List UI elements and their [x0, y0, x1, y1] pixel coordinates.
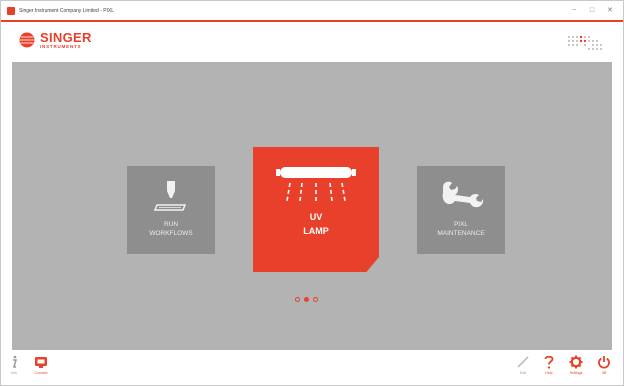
pixl-maintenance-label-2: MAINTENANCE	[437, 229, 485, 237]
help-icon	[544, 355, 554, 369]
info-label: Info	[11, 371, 17, 375]
settings-label: Settings	[569, 371, 583, 375]
page-dot-3[interactable]	[313, 297, 318, 302]
page-dot-1[interactable]	[295, 297, 300, 302]
run-workflows-tile[interactable]: RUN WORKFLOWS	[127, 166, 215, 254]
window-controls: − □ ✕	[565, 1, 619, 20]
page-dot-2[interactable]	[304, 297, 309, 302]
logo-main-text: SINGER	[40, 30, 92, 45]
uv-lamp-icon	[276, 167, 356, 202]
run-workflows-icon	[153, 181, 187, 211]
off-label: Off	[601, 371, 607, 375]
singer-logo: SINGER INSTRUMENTS	[19, 31, 92, 50]
carousel-pagination	[295, 297, 318, 302]
uv-lamp-tile[interactable]: UV LAMP	[253, 147, 379, 272]
logo-sub-text: INSTRUMENTS	[40, 44, 82, 49]
power-off-button[interactable]: Off	[597, 355, 611, 375]
help-button[interactable]: Help	[543, 355, 555, 375]
power-icon	[598, 356, 610, 369]
uv-lamp-label-2: LAMP	[303, 225, 329, 236]
run-workflows-label-2: WORKFLOWS	[149, 229, 193, 237]
gear-icon	[569, 355, 583, 369]
settings-button[interactable]: Settings	[569, 355, 583, 375]
run-workflows-label-1: RUN	[163, 221, 179, 228]
main-menu-area: RUN WORKFLOWS UV LAMP PIXL MAINTENANCE	[12, 62, 612, 350]
connect-label: Connect	[34, 371, 48, 375]
help-label: Help	[545, 371, 553, 375]
info-icon	[13, 355, 17, 368]
close-button[interactable]: ✕	[601, 1, 619, 20]
app-window: Singer Instrument Company Limited - PIXL…	[0, 0, 624, 386]
app-icon	[7, 6, 15, 15]
plate-grid-icon[interactable]	[567, 34, 603, 52]
pixl-maintenance-label-1: PIXL	[453, 221, 469, 228]
singer-logo-icon	[19, 32, 35, 48]
minimize-button[interactable]: −	[565, 1, 583, 20]
connect-icon	[35, 357, 47, 368]
uv-lamp-label-1: UV	[309, 212, 323, 222]
edit-button[interactable]: Edit	[516, 355, 530, 375]
window-title: Singer Instrument Company Limited - PIXL	[19, 7, 115, 14]
title-bar: Singer Instrument Company Limited - PIXL…	[1, 1, 623, 20]
pencil-icon	[517, 356, 529, 368]
header: SINGER INSTRUMENTS	[1, 22, 623, 62]
info-button[interactable]: Info	[9, 355, 19, 375]
pixl-maintenance-tile[interactable]: PIXL MAINTENANCE	[417, 166, 505, 254]
bottom-toolbar: Info Connect Edit Help Settings Off	[1, 350, 623, 385]
maximize-button[interactable]: □	[583, 1, 601, 20]
connect-button[interactable]: Connect	[34, 355, 48, 375]
edit-label: Edit	[519, 371, 527, 375]
wrench-icon	[442, 181, 484, 208]
